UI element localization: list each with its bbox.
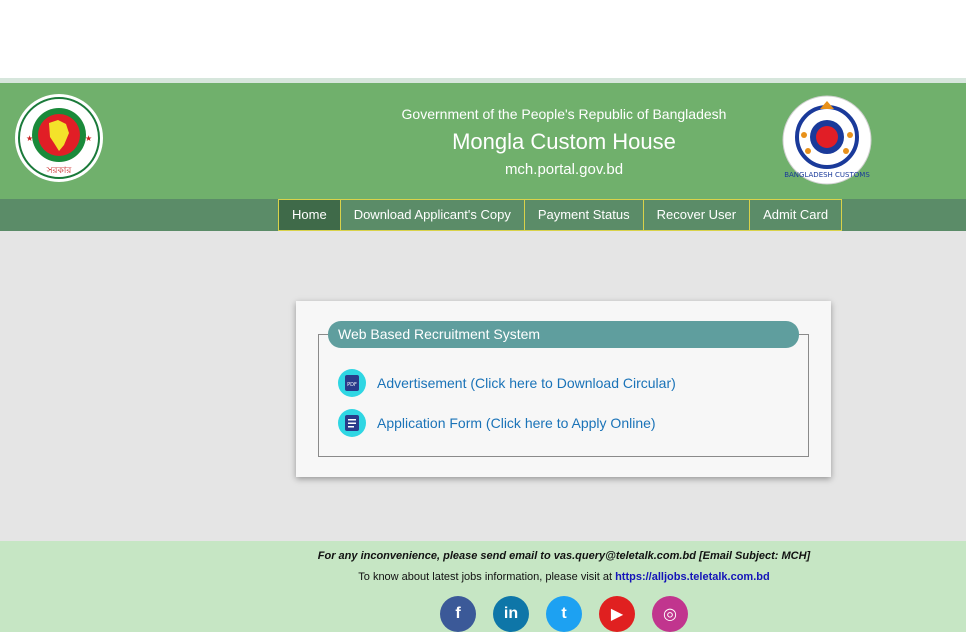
- svg-text:সরকার: সরকার: [46, 166, 73, 176]
- svg-text:PDF: PDF: [347, 382, 357, 388]
- linkedin-icon[interactable]: in: [493, 596, 529, 632]
- government-name: Government of the People's Republic of B…: [401, 106, 727, 122]
- application-form-link[interactable]: Application Form (Click here to Apply On…: [338, 409, 656, 437]
- recruitment-legend: Web Based Recruitment System: [328, 321, 799, 348]
- application-form-link-label[interactable]: Application Form (Click here to Apply On…: [377, 415, 656, 431]
- footer-support-email: For any inconvenience, please send email…: [317, 550, 811, 562]
- site-footer: For any inconvenience, please send email…: [0, 541, 966, 632]
- government-seal-logo: সরকার ★ ★: [14, 93, 104, 183]
- advertisement-link-label[interactable]: Advertisement (Click here to Download Ci…: [377, 375, 676, 391]
- main-content: Web Based Recruitment System PDF Adverti…: [0, 231, 966, 541]
- social-links: f in t ▶ ◎: [440, 596, 705, 632]
- instagram-icon[interactable]: ◎: [652, 596, 688, 632]
- twitter-icon[interactable]: t: [546, 596, 582, 632]
- footer-jobs-text: To know about latest jobs information, p…: [358, 571, 613, 583]
- site-domain: mch.portal.gov.bd: [504, 161, 624, 178]
- form-icon: [338, 409, 366, 437]
- site-header: সরকার ★ ★ Government of the People's Rep…: [0, 83, 966, 199]
- svg-text:BANGLADESH CUSTOMS: BANGLADESH CUSTOMS: [784, 171, 870, 179]
- main-navbar: Home Download Applicant's Copy Payment S…: [0, 199, 966, 231]
- pdf-icon: PDF: [338, 369, 366, 397]
- nav-payment-status[interactable]: Payment Status: [523, 199, 644, 231]
- facebook-icon[interactable]: f: [440, 596, 476, 632]
- header-text: Government of the People's Republic of B…: [350, 105, 778, 180]
- youtube-icon[interactable]: ▶: [599, 596, 635, 632]
- nav-home[interactable]: Home: [278, 199, 341, 231]
- svg-text:★: ★: [85, 134, 92, 143]
- page: সরকার ★ ★ Government of the People's Rep…: [0, 0, 966, 632]
- alljobs-link[interactable]: https://alljobs.teletalk.com.bd: [615, 571, 770, 583]
- svg-text:★: ★: [26, 134, 33, 143]
- bangladesh-customs-logo: BANGLADESH CUSTOMS: [782, 95, 872, 185]
- nav-menu: Home Download Applicant's Copy Payment S…: [278, 199, 843, 231]
- recruitment-card: Web Based Recruitment System PDF Adverti…: [296, 301, 831, 477]
- advertisement-link[interactable]: PDF Advertisement (Click here to Downloa…: [338, 369, 676, 397]
- nav-admit-card[interactable]: Admit Card: [749, 199, 843, 231]
- nav-recover-user[interactable]: Recover User: [642, 199, 751, 231]
- footer-jobs-info: To know about latest jobs information, p…: [0, 571, 966, 583]
- nav-download-applicants-copy[interactable]: Download Applicant's Copy: [339, 199, 525, 231]
- site-title: Mongla Custom House: [452, 129, 676, 154]
